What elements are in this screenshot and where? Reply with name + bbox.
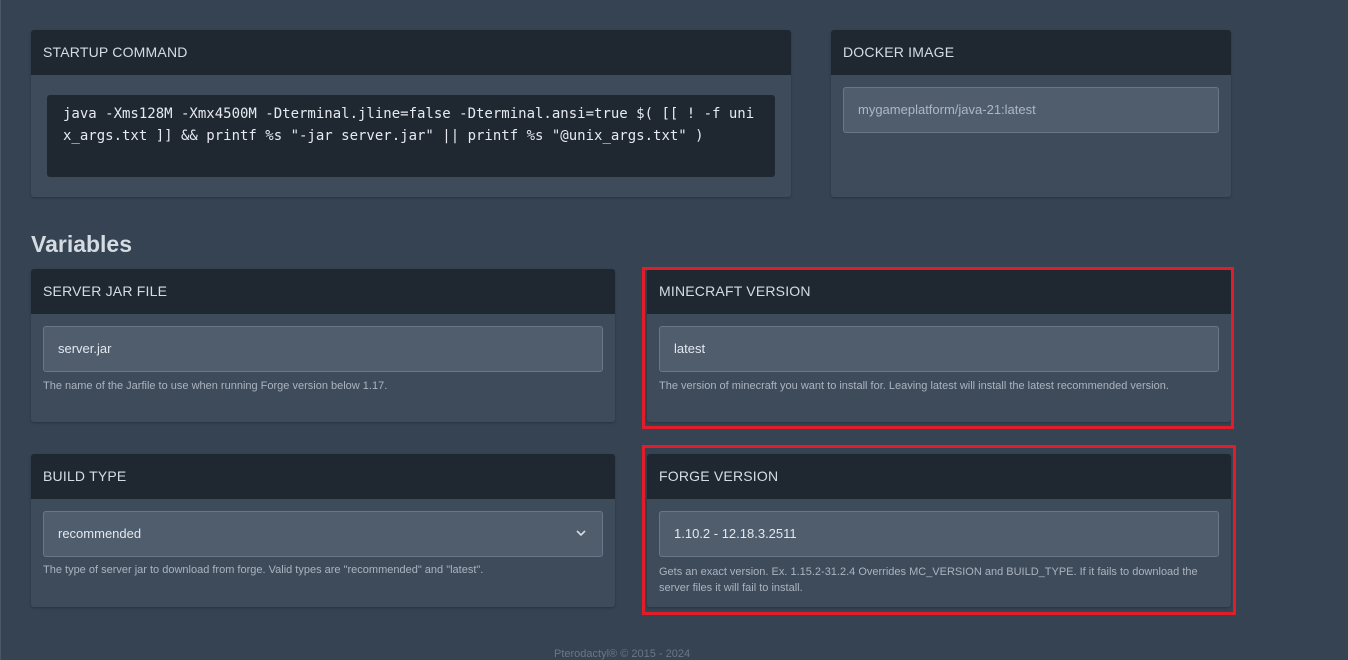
startup-command-title: STARTUP COMMAND [31,30,791,75]
build-type-title: BUILD TYPE [31,454,615,499]
docker-image-card: DOCKER IMAGE mygameplatform/java-21:late… [831,30,1231,197]
docker-image-title: DOCKER IMAGE [831,30,1231,75]
server-jar-title: SERVER JAR FILE [31,269,615,314]
build-type-help: The type of server jar to download from … [43,564,484,576]
footer-copyright: Pterodactyl® © 2015 - 2024 [554,648,691,660]
docker-image-input[interactable]: mygameplatform/java-21:latest [843,87,1219,133]
forge-version-highlight [642,445,1236,615]
build-type-card: BUILD TYPE recommended The type of serve… [31,454,615,607]
build-type-select[interactable]: recommended [43,511,603,557]
server-jar-help: The name of the Jarfile to use when runn… [43,380,388,392]
server-jar-card: SERVER JAR FILE server.jar The name of t… [31,269,615,422]
chevron-down-icon [576,530,586,537]
variables-heading: Variables [31,231,133,257]
minecraft-version-highlight [642,267,1234,429]
server-jar-input[interactable]: server.jar [43,326,603,372]
startup-command-card: STARTUP COMMAND java -Xms128M -Xmx4500M … [31,30,791,197]
build-type-selected-value: recommended [58,526,142,541]
page-left-edge [0,0,1,660]
startup-command-code: java -Xms128M -Xmx4500M -Dterminal.jline… [47,95,775,177]
